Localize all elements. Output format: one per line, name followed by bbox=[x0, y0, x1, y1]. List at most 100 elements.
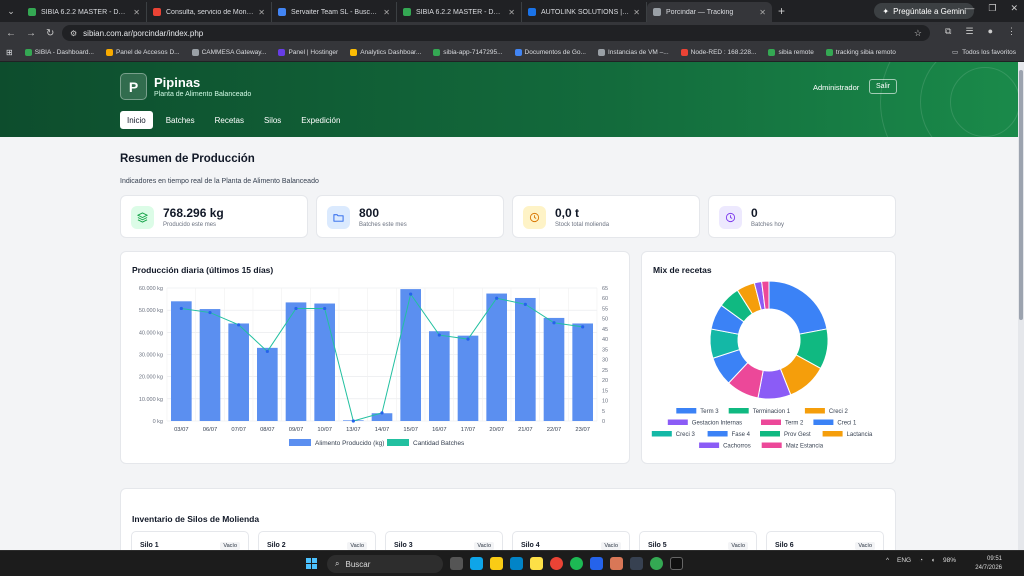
tab-search-icon[interactable]: ⌄ bbox=[0, 0, 22, 22]
nav-inicio[interactable]: Inicio bbox=[120, 111, 153, 129]
maximize-icon[interactable]: ❐ bbox=[988, 3, 996, 14]
bookmark-star-icon[interactable]: ☆ bbox=[914, 28, 922, 39]
tab-search-menu-icon[interactable]: ☰ bbox=[965, 26, 973, 37]
line-point[interactable] bbox=[208, 310, 212, 315]
bookmark-item[interactable]: Instancias de VM –... bbox=[597, 49, 669, 56]
extensions-icon[interactable]: ⧉ bbox=[945, 26, 951, 37]
line-point[interactable] bbox=[581, 325, 585, 329]
nav-expedicion[interactable]: Expedición bbox=[294, 111, 347, 129]
bar[interactable] bbox=[572, 323, 593, 421]
sticky-notes-icon[interactable] bbox=[530, 557, 543, 570]
bookmark-item[interactable]: Panel | Hostinger bbox=[278, 49, 338, 56]
bar[interactable] bbox=[171, 301, 192, 421]
chrome-app-icon[interactable] bbox=[550, 557, 563, 570]
gemini-button[interactable]: ✦ Pregúntale a Gemini bbox=[874, 3, 974, 19]
bar[interactable] bbox=[400, 289, 421, 421]
browser-tab[interactable]: SIBIA 6.2.2 MASTER - Dashboa✕ bbox=[397, 2, 522, 22]
tray-overflow-icon[interactable]: ^ bbox=[886, 557, 889, 564]
line-point[interactable] bbox=[409, 292, 413, 296]
claude-icon[interactable] bbox=[610, 557, 623, 570]
file-explorer-icon[interactable] bbox=[490, 557, 503, 570]
widgets-icon[interactable] bbox=[470, 557, 483, 570]
bookmark-item[interactable]: CAMMESA Gateway... bbox=[191, 49, 266, 56]
line-point[interactable] bbox=[179, 306, 183, 311]
back-icon[interactable]: ← bbox=[6, 28, 16, 39]
line-point[interactable] bbox=[351, 419, 355, 423]
pie-slice[interactable] bbox=[768, 280, 828, 335]
terminal-icon[interactable] bbox=[670, 557, 683, 570]
profile-icon[interactable]: ● bbox=[988, 26, 993, 37]
close-tab-icon[interactable]: ✕ bbox=[258, 8, 265, 17]
line-point[interactable] bbox=[237, 323, 241, 327]
close-tab-icon[interactable]: ✕ bbox=[133, 8, 140, 17]
bar[interactable] bbox=[285, 302, 307, 421]
bookmark-item[interactable]: SIBIA - Dashboard... bbox=[24, 49, 94, 56]
all-bookmarks-button[interactable]: ▭ Todos los favoritos bbox=[952, 48, 1016, 57]
line-point[interactable] bbox=[437, 333, 441, 337]
site-info-icon[interactable]: ⚙ bbox=[70, 29, 77, 38]
close-tab-icon[interactable]: ✕ bbox=[633, 8, 640, 17]
bookmark-item[interactable]: sibia remote bbox=[768, 49, 814, 56]
system-clock[interactable]: 09:51 24/7/2026 bbox=[975, 555, 1002, 573]
bookmark-item[interactable]: Node-RED : 168.228... bbox=[680, 49, 756, 56]
close-tab-icon[interactable]: ✕ bbox=[508, 8, 515, 17]
bar[interactable] bbox=[314, 303, 335, 421]
edge-icon[interactable] bbox=[510, 557, 523, 570]
page-scrollbar[interactable] bbox=[1018, 62, 1024, 550]
bar[interactable] bbox=[199, 309, 221, 421]
task-view-icon[interactable] bbox=[450, 557, 463, 570]
volume-icon[interactable]: ◖ bbox=[931, 557, 935, 564]
bar[interactable] bbox=[257, 347, 278, 421]
silo-card[interactable]: Silo 1 Vacío bbox=[131, 531, 249, 550]
app-a-icon[interactable] bbox=[630, 557, 643, 570]
close-window-icon[interactable]: ✕ bbox=[1010, 3, 1018, 14]
windows-start-icon[interactable] bbox=[306, 558, 317, 569]
minimize-icon[interactable]: — bbox=[965, 3, 974, 14]
forward-icon[interactable]: → bbox=[26, 28, 36, 39]
menu-icon[interactable]: ⋮ bbox=[1007, 26, 1016, 37]
line-point[interactable] bbox=[552, 321, 556, 325]
taskbar-search[interactable]: ⌕ Buscar bbox=[327, 555, 443, 573]
bar[interactable] bbox=[457, 335, 479, 421]
bookmark-item[interactable]: Analytics Dashboar... bbox=[350, 49, 421, 56]
line-point[interactable] bbox=[380, 411, 384, 415]
apps-grid-icon[interactable]: ⊞ bbox=[6, 48, 13, 57]
mail-icon[interactable] bbox=[590, 557, 603, 570]
browser-tab[interactable]: Consulta, servicio de Monitoreo ✕ bbox=[147, 2, 272, 22]
line-point[interactable] bbox=[323, 306, 327, 311]
line-point[interactable] bbox=[294, 306, 298, 311]
bookmark-item[interactable]: Documentos de Go... bbox=[514, 49, 586, 56]
silo-card[interactable]: Silo 2 Vacío bbox=[258, 531, 376, 550]
close-tab-icon[interactable]: ✕ bbox=[383, 8, 390, 17]
silo-card[interactable]: Silo 3 Vacío bbox=[385, 531, 503, 550]
nav-recetas[interactable]: Recetas bbox=[208, 111, 251, 129]
url-input[interactable]: ⚙ sibian.com.ar/porcindar/index.php ☆ bbox=[62, 25, 930, 41]
browser-tab[interactable]: Porcindar — Tracking ✕ bbox=[647, 2, 772, 22]
silo-card[interactable]: Silo 5 Vacío bbox=[639, 531, 757, 550]
wifi-icon[interactable]: ◔ bbox=[919, 557, 923, 564]
browser-tab[interactable]: AUTOLINK SOLUTIONS | Autom✕ bbox=[522, 2, 647, 22]
bar[interactable] bbox=[486, 293, 507, 421]
logout-button[interactable]: Salir bbox=[869, 79, 898, 94]
line-point[interactable] bbox=[466, 337, 470, 341]
reload-icon[interactable]: ↻ bbox=[46, 28, 54, 39]
bar[interactable] bbox=[429, 331, 450, 421]
bookmark-item[interactable]: tracking sibia remoto bbox=[825, 49, 896, 56]
close-tab-icon[interactable]: ✕ bbox=[759, 8, 766, 17]
bar[interactable] bbox=[515, 297, 536, 421]
silo-card[interactable]: Silo 4 Vacío bbox=[512, 531, 630, 550]
nav-batches[interactable]: Batches bbox=[159, 111, 202, 129]
bookmark-item[interactable]: sibia-app-7147295... bbox=[433, 49, 503, 56]
bar[interactable] bbox=[543, 317, 565, 421]
line-point[interactable] bbox=[265, 349, 269, 354]
line-point[interactable] bbox=[523, 302, 527, 306]
bookmark-item[interactable]: Panel de Accesos D... bbox=[105, 49, 180, 56]
bar[interactable] bbox=[228, 323, 249, 421]
nav-silos[interactable]: Silos bbox=[257, 111, 288, 129]
browser-tab[interactable]: SIBIA 6.2.2 MASTER - Dashboa✕ bbox=[22, 2, 147, 22]
spotify-icon[interactable] bbox=[570, 557, 583, 570]
chrome-active-icon[interactable] bbox=[650, 557, 663, 570]
browser-tab[interactable]: Servaiter Team SL - Buscar con✕ bbox=[272, 2, 397, 22]
silo-card[interactable]: Silo 6 Vacío bbox=[766, 531, 884, 550]
line-point[interactable] bbox=[495, 296, 499, 300]
